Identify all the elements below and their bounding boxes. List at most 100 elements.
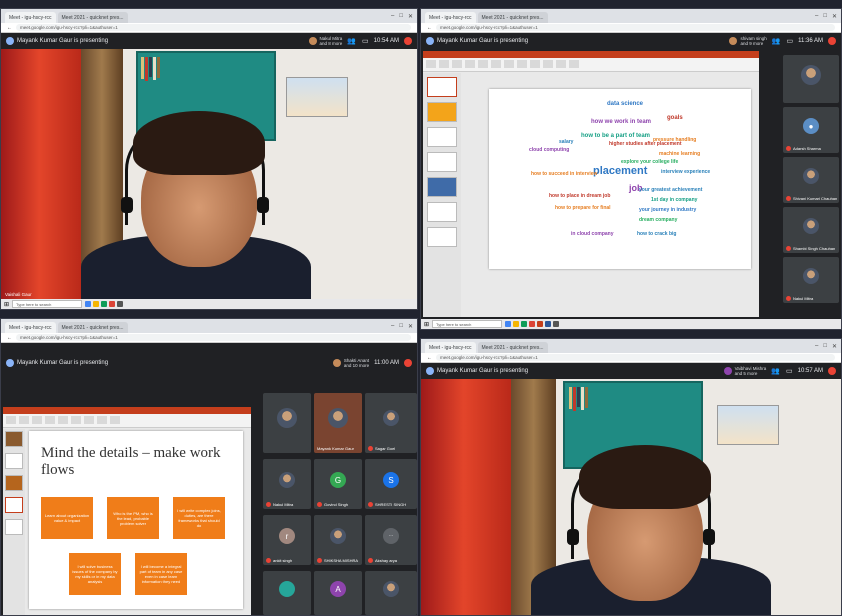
minimize-icon[interactable]: – [391,13,394,20]
window-controls: – □ ✕ [815,343,841,353]
slide-thumb[interactable] [5,453,23,469]
windows-icon[interactable]: ⊞ [424,321,429,328]
viewer-avatar [723,367,732,375]
slide-thumb[interactable] [5,519,23,535]
window-controls: – □ ✕ [815,13,841,23]
red-wall [421,379,516,615]
slide-thumb[interactable] [427,177,457,197]
tab-other[interactable]: Meet 2021 - quicknet pres... [57,12,128,23]
tab-meet[interactable]: Meet - igu-hscy-rcc [5,12,56,23]
close-icon[interactable]: ✕ [832,343,837,350]
participant-avatar [279,472,295,488]
mic-off-icon [786,146,791,151]
back-icon[interactable]: ← [427,25,432,31]
mic-off-icon [266,502,271,507]
people-icon[interactable]: 👥 [771,367,780,375]
slide-thumb[interactable] [5,497,23,513]
tab-label: Meet 2021 - quicknet pres... [481,14,544,21]
address-bar: ← meet.google.com/igu-hscy-rcc?pli=1&aut… [1,333,417,343]
tab-meet[interactable]: Meet - igu-hscy-rcc [425,342,476,353]
slide-thumb[interactable] [5,475,23,491]
tab-other[interactable]: Meet 2021 - quicknet pres... [477,12,548,23]
minimize-icon[interactable]: – [815,13,818,20]
slide-thumb[interactable] [5,431,23,447]
address-bar: ← meet.google.com/igu-hscy-rcc?pli=1&aut… [421,353,841,363]
participant-tile: SHIKSHA MISHRA [314,515,362,565]
back-icon[interactable]: ← [7,335,12,341]
participant-name: SHRESTI SINGH [368,502,406,507]
window-controls: – □ ✕ [391,13,417,23]
tab-label: Meet - igu-hscy-rcc [9,324,52,331]
participant-avatar [383,581,399,598]
participant-avatar [330,528,346,544]
earcup [703,529,715,545]
participant-tile: A [314,571,362,615]
wordcloud-word: your journey in industry [639,207,697,213]
tab-other[interactable]: Meet 2021 - quicknet pres... [477,342,548,353]
slide-thumb[interactable] [427,152,457,172]
slide-thumb[interactable] [427,227,457,247]
wordcloud-word: higher studies after placement [609,141,682,147]
meet-topbar: Mayank Kumar Gaur is presenting Shakti A… [1,343,417,383]
mic-off-icon [786,296,791,301]
more-options-icon[interactable]: ⋯ [383,528,399,544]
windows-icon[interactable]: ⊞ [4,301,9,308]
url-field[interactable]: meet.google.com/igu-hscy-rcc?pli=1&authu… [436,24,835,31]
tab-meet[interactable]: Meet - igu-hscy-rcc [5,322,56,333]
pane-slide-bottom-left: Meet - igu-hscy-rcc Meet 2021 - quicknet… [0,318,418,616]
chat-icon[interactable]: ▭ [786,37,793,45]
close-icon[interactable]: ✕ [408,323,413,330]
participant-avatar: A [330,581,346,598]
person-hair [579,445,711,509]
back-icon[interactable]: ← [427,355,432,361]
tab-meet[interactable]: Meet - igu-hscy-rcc [425,12,476,23]
clock: 10:57 AM [797,368,823,374]
mic-off-icon [317,558,322,563]
mic-off-icon [317,502,322,507]
tab-other[interactable]: Meet 2021 - quicknet pres... [57,322,128,333]
participant-name: SHIKSHA MISHRA [317,558,358,563]
pane-wordcloud-top-right: Meet - igu-hscy-rcc Meet 2021 - quicknet… [420,8,842,330]
tab-label: Meet 2021 - quicknet pres... [481,344,544,351]
ppt-ribbon [423,58,759,72]
url-field[interactable]: meet.google.com/igu-hscy-rcc?pli=1&authu… [16,334,411,341]
url-field[interactable]: meet.google.com/igu-hscy-rcc?pli=1&authu… [16,24,411,31]
end-call-icon[interactable] [404,359,412,367]
slide-box: I will become a integral part of team in… [135,553,187,595]
taskbar-search[interactable]: Type here to search [432,320,503,328]
maximize-icon[interactable]: □ [399,323,403,330]
close-icon[interactable]: ✕ [832,13,837,20]
slide-thumb[interactable] [427,127,457,147]
wordcloud-word: 1st day in company [651,197,698,203]
taskbar-search[interactable]: Type here to search [12,300,83,308]
mic-off-icon [368,502,373,507]
slide-thumb[interactable] [427,102,457,122]
people-icon[interactable]: 👥 [772,37,781,45]
maximize-icon[interactable]: □ [823,13,827,20]
end-call-icon[interactable] [828,367,836,375]
powerpoint-window: data science machine learning how we work … [423,51,759,317]
minimize-icon[interactable]: – [815,343,818,350]
back-icon[interactable]: ← [7,25,12,31]
url-field[interactable]: meet.google.com/igu-hscy-rcc?pli=1&authu… [436,354,835,361]
end-call-icon[interactable] [828,37,836,45]
participant-tile: r ankit singh [263,515,311,565]
presenter-avatar [426,367,434,375]
maximize-icon[interactable]: □ [399,13,403,20]
participant-avatar [803,268,819,285]
wordcloud-word: salary [559,139,574,145]
slide-thumb[interactable] [427,77,457,97]
mind-details-slide: Mind the details – make work flows Learn… [29,431,243,609]
maximize-icon[interactable]: □ [823,343,827,350]
participant-tile: ⋯ Akshay arya [365,515,417,565]
end-call-icon[interactable] [404,37,412,45]
participant-name: Shambi Singh Chauhan [786,246,835,251]
ppt-titlebar [3,407,251,414]
chat-icon[interactable]: ▭ [786,367,793,375]
slide-thumb[interactable] [427,202,457,222]
windows-taskbar: ⊞ Type here to search [421,319,841,329]
close-icon[interactable]: ✕ [408,13,413,20]
minimize-icon[interactable]: – [391,323,394,330]
people-icon[interactable]: 👥 [347,37,356,45]
chat-icon[interactable]: ▭ [362,37,369,45]
